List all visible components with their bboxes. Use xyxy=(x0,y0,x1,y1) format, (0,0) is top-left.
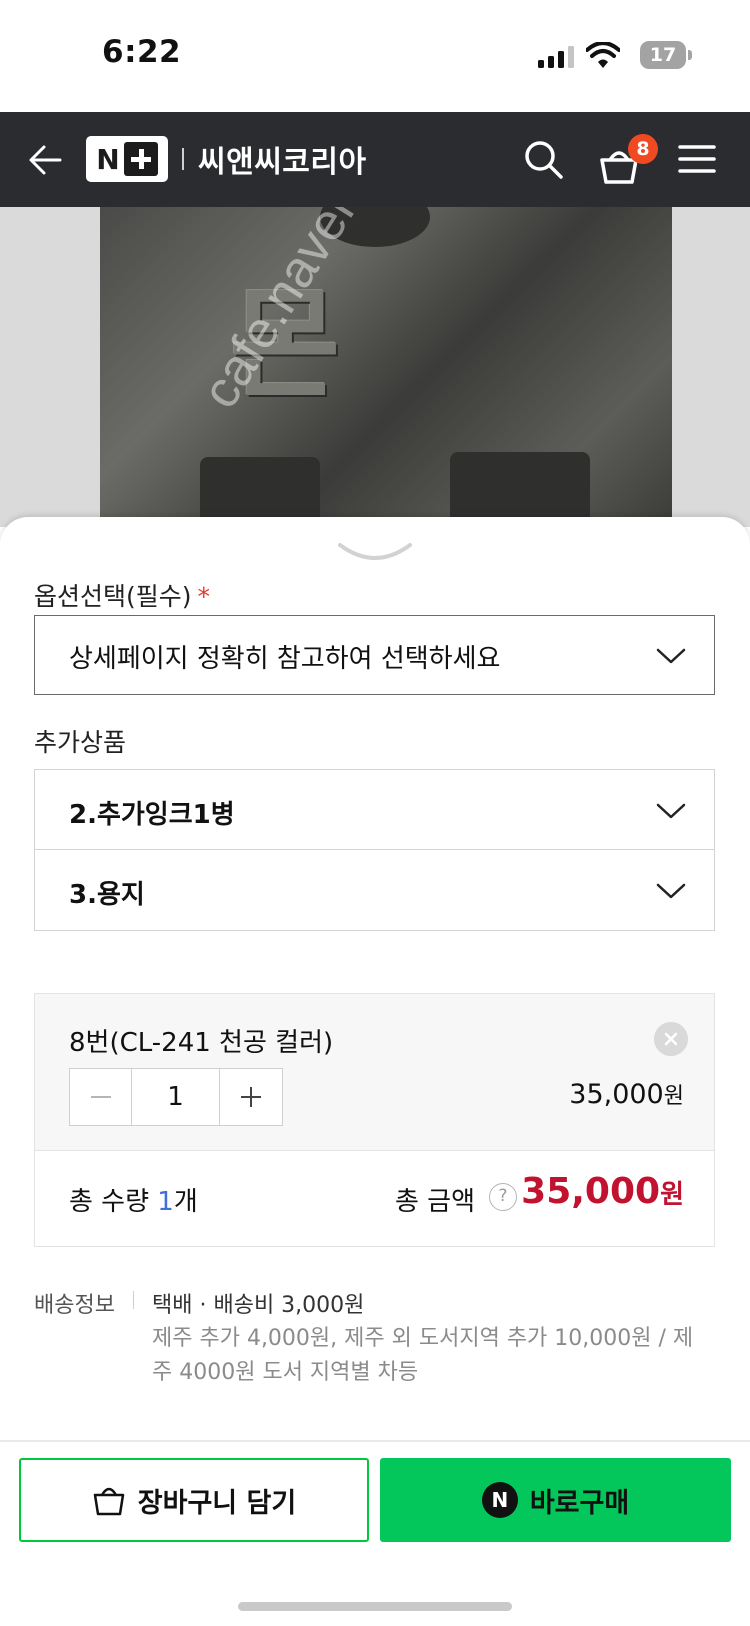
decrease-quantity-button[interactable] xyxy=(70,1069,132,1125)
total-quantity-label: 총 수량 xyxy=(69,1187,158,1217)
increase-quantity-button[interactable] xyxy=(220,1069,282,1125)
item-price-value: 35,000 xyxy=(569,1079,664,1110)
buy-now-label: 바로구매 xyxy=(529,1487,630,1519)
help-icon[interactable]: ? xyxy=(489,1183,517,1211)
addon-select-ink[interactable]: 2.추가잉크1병 xyxy=(34,769,715,851)
shipping-label: 배송정보 xyxy=(34,1293,115,1318)
order-total: 총 수량 1개 총 금액 ? 35,000원 xyxy=(34,1151,715,1247)
option-select-placeholder: 상세페이지 정확히 참고하여 선택하세요 xyxy=(69,644,501,674)
product-photo: 몬 xyxy=(100,207,672,527)
naver-pay-icon: N xyxy=(481,1482,518,1518)
back-arrow-icon[interactable] xyxy=(26,140,66,180)
battery-icon: 17 xyxy=(640,41,686,69)
shipping-divider xyxy=(133,1291,134,1309)
option-select[interactable]: 상세페이지 정확히 참고하여 선택하세요 xyxy=(34,615,715,695)
total-quantity-unit: 개 xyxy=(173,1187,198,1217)
chevron-down-icon xyxy=(656,883,686,899)
addon-label: 추가상품 xyxy=(34,728,127,757)
total-amount-label: 총 금액 xyxy=(395,1187,476,1217)
battery-tip xyxy=(688,50,692,60)
required-mark: * xyxy=(197,582,211,611)
naver-plus-logo[interactable]: N xyxy=(86,136,168,182)
quantity-stepper: 1 xyxy=(69,1068,283,1126)
shipping-method: 택배 · 배송비 3,000원 xyxy=(152,1293,365,1318)
buy-now-button[interactable]: N 바로구매 xyxy=(380,1458,731,1542)
logo-plus-icon xyxy=(123,142,158,176)
search-icon[interactable] xyxy=(522,138,564,180)
option-label-text: 옵션선택(필수) xyxy=(34,582,192,611)
addon-label-ink: 2.추가잉크1병 xyxy=(69,800,235,830)
item-price: 35,000원 xyxy=(569,1078,684,1110)
status-bar: 6:22 17 xyxy=(0,0,750,112)
cart-icon-button[interactable]: 8 xyxy=(598,134,658,186)
plus-icon xyxy=(241,1087,261,1107)
selected-option-card: 8번(CL-241 천공 컬러) 1 35,000원 xyxy=(34,993,715,1151)
chevron-down-icon xyxy=(656,648,686,664)
home-indicator[interactable] xyxy=(238,1602,512,1611)
total-quantity: 총 수량 1개 xyxy=(69,1181,198,1218)
hamburger-menu-icon[interactable] xyxy=(678,144,716,174)
remove-option-close-icon[interactable] xyxy=(654,1022,688,1056)
wifi-icon xyxy=(586,42,620,68)
minus-icon xyxy=(90,1096,111,1098)
store-name[interactable]: 씨앤씨코리아 xyxy=(198,137,367,181)
sheet-collapse-chevron-icon[interactable] xyxy=(336,541,414,563)
status-time: 6:22 xyxy=(102,34,182,70)
chevron-down-icon xyxy=(656,803,686,819)
shipping-extra-fee: 제주 추가 4,000원, 제주 외 도서지역 추가 10,000원 / 제주 … xyxy=(152,1326,694,1385)
product-image: 몬 cafe.naver.com/joonggonara xyxy=(0,207,750,527)
quantity-value[interactable]: 1 xyxy=(132,1069,220,1125)
cart-count-badge: 8 xyxy=(628,134,658,164)
addon-select-paper[interactable]: 3.용지 xyxy=(34,849,715,931)
add-to-cart-button[interactable]: 장바구니 담기 xyxy=(19,1458,369,1542)
option-label: 옵션선택(필수) * xyxy=(34,577,210,613)
item-price-unit: 원 xyxy=(663,1084,684,1109)
app-header: N 씨앤씨코리아 8 xyxy=(0,112,750,207)
addon-label-paper: 3.용지 xyxy=(69,880,145,910)
logo-n: N xyxy=(96,142,120,176)
total-amount: 35,000원 xyxy=(521,1171,684,1212)
add-to-cart-label: 장바구니 담기 xyxy=(137,1487,297,1519)
header-divider xyxy=(182,148,184,170)
total-quantity-value: 1 xyxy=(157,1187,174,1217)
selected-option-name: 8번(CL-241 천공 컬러) xyxy=(69,1028,334,1058)
bottom-bar-divider xyxy=(0,1440,750,1442)
shopping-bag-icon xyxy=(93,1487,125,1516)
total-amount-unit: 원 xyxy=(660,1180,684,1210)
cellular-signal-icon xyxy=(538,46,576,68)
total-amount-value: 35,000 xyxy=(521,1171,661,1212)
